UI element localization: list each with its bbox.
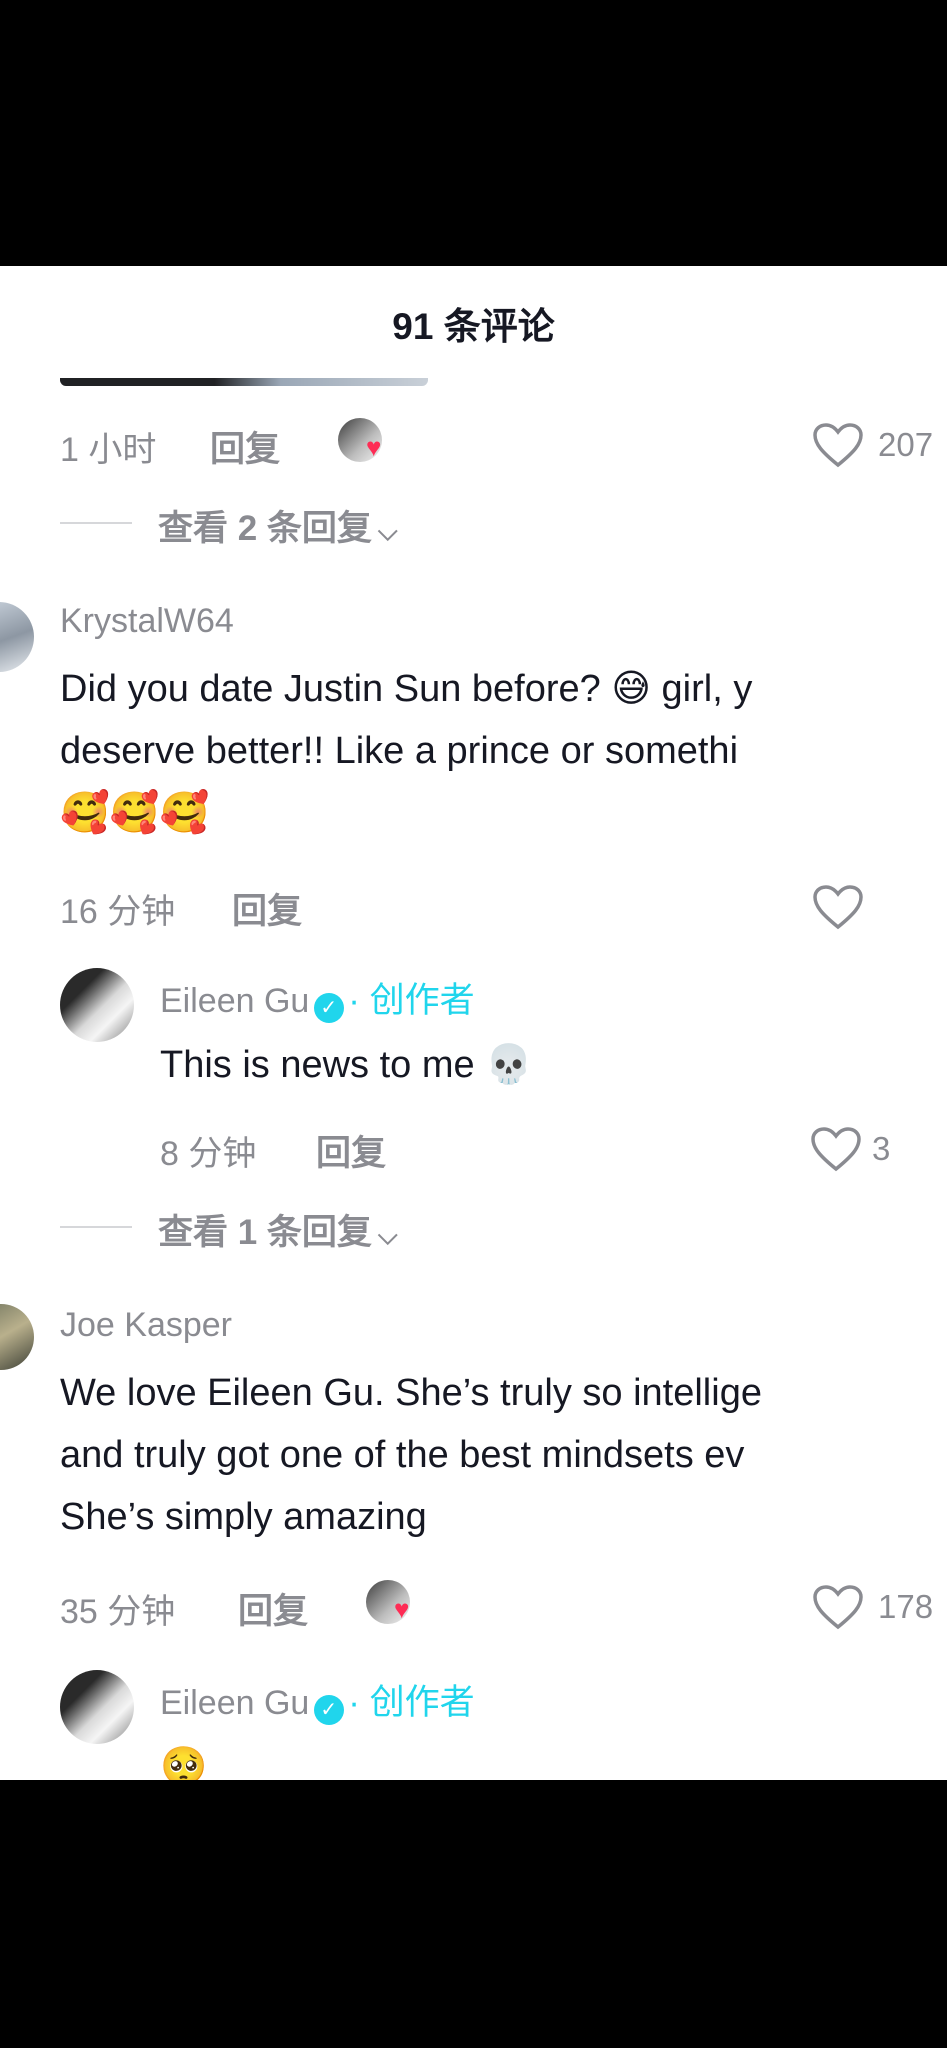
heart-outline-icon[interactable] bbox=[812, 422, 864, 468]
avatar[interactable] bbox=[60, 968, 134, 1042]
avatar[interactable] bbox=[0, 1304, 34, 1370]
avatar[interactable] bbox=[60, 1670, 134, 1744]
heart-outline-icon[interactable] bbox=[812, 884, 864, 930]
creator-liked-heart-icon: ♥ bbox=[394, 1594, 410, 1624]
avatar[interactable] bbox=[0, 602, 34, 672]
view-replies-button[interactable]: 查看 2 条回复 ⌵ bbox=[158, 500, 398, 551]
comment-text-line: We love Eileen Gu. She’s truly so intell… bbox=[60, 1372, 762, 1414]
view-replies-label: 查看 2 条回复 bbox=[158, 509, 372, 548]
reply-header: Eileen Gu ✓ · 创作者 bbox=[160, 1674, 475, 1725]
heart-outline-icon[interactable] bbox=[812, 1584, 864, 1630]
comment-text-line: She’s simply amazing bbox=[60, 1496, 427, 1538]
reply-time: 8 分钟 bbox=[160, 1135, 257, 1173]
like-count: 207 bbox=[878, 426, 934, 463]
creator-label: · 创作者 bbox=[348, 981, 475, 1020]
media-preview-strip bbox=[60, 378, 428, 386]
comment-text-line: deserve better!! Like a prince or someth… bbox=[60, 730, 739, 772]
view-replies-button[interactable]: 查看 1 条回复 ⌵ bbox=[158, 1204, 398, 1255]
reply-button[interactable]: 回复 bbox=[232, 883, 302, 934]
reply-text: 🥺 bbox=[160, 1746, 208, 1780]
creator-liked-badge: ♥ bbox=[366, 1580, 426, 1630]
chevron-down-icon: ⌵ bbox=[377, 1220, 398, 1250]
comment-text-line: Did you date Justin Sun before? 😅 girl, … bbox=[60, 668, 753, 710]
comments-sheet: 91 条评论 1 小时 回复 ♥ 207 查看 2 条回复 ⌵ KrystalW6… bbox=[0, 266, 947, 1780]
replies-divider bbox=[60, 1226, 132, 1228]
verified-badge-icon: ✓ bbox=[313, 1694, 344, 1725]
comment-time: 1 小时 bbox=[60, 431, 157, 469]
comment-username[interactable]: KrystalW64 bbox=[60, 602, 234, 641]
creator-liked-heart-icon: ♥ bbox=[366, 432, 382, 462]
heart-outline-icon[interactable] bbox=[810, 1126, 862, 1172]
comment-time: 35 分钟 bbox=[60, 1593, 176, 1631]
comments-title: 91 条评论 bbox=[392, 306, 555, 347]
like-count: 3 bbox=[872, 1130, 891, 1167]
replies-divider bbox=[60, 522, 132, 524]
reply-text: This is news to me 💀 bbox=[160, 1044, 533, 1086]
reply-button[interactable]: 回复 bbox=[238, 1583, 308, 1634]
reply-username[interactable]: Eileen Gu bbox=[160, 1684, 309, 1722]
verified-badge-icon: ✓ bbox=[313, 992, 344, 1023]
like-count: 178 bbox=[878, 1588, 934, 1625]
reply-button[interactable]: 回复 bbox=[210, 421, 280, 472]
creator-label: · 创作者 bbox=[348, 1683, 475, 1722]
reply-username[interactable]: Eileen Gu bbox=[160, 982, 309, 1020]
reply-header: Eileen Gu ✓ · 创作者 bbox=[160, 972, 475, 1023]
view-replies-label: 查看 1 条回复 bbox=[158, 1213, 372, 1252]
comment-text-line: 🥰🥰🥰 bbox=[60, 791, 210, 835]
chevron-down-icon: ⌵ bbox=[377, 516, 398, 546]
comment-username[interactable]: Joe Kasper bbox=[60, 1306, 232, 1345]
reply-button[interactable]: 回复 bbox=[316, 1125, 386, 1176]
comment-time: 16 分钟 bbox=[60, 893, 176, 931]
comment-text-line: and truly got one of the best mindsets e… bbox=[60, 1434, 745, 1476]
creator-liked-badge: ♥ bbox=[338, 418, 398, 468]
